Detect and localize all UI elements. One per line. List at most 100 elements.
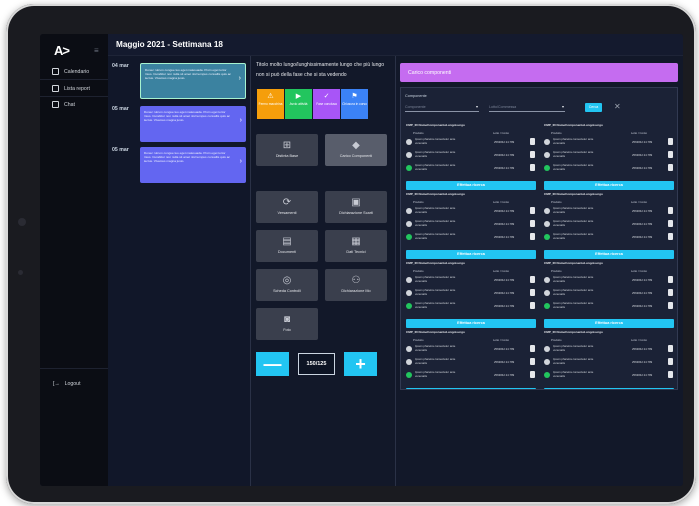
quantity-value[interactable]: 150/125 (298, 353, 335, 375)
pending-circle-icon[interactable] (544, 290, 550, 296)
pending-circle-icon[interactable] (406, 359, 412, 365)
table-row[interactable]: Ipsum pharetra consectetur ante venenati… (405, 288, 539, 299)
trash-icon[interactable] (668, 345, 673, 352)
trash-icon[interactable] (668, 371, 673, 378)
trash-icon[interactable] (530, 302, 535, 309)
clear-filter-icon[interactable]: ✕ (614, 102, 621, 111)
tile-versamenti[interactable]: ⟳ Versamenti (256, 191, 318, 223)
pending-circle-icon[interactable] (406, 208, 412, 214)
table-row[interactable]: Ipsum pharetra consectetur ante venenati… (543, 370, 677, 381)
trash-icon[interactable] (668, 302, 673, 309)
table-row[interactable]: Ipsum pharetra consectetur ante venenati… (543, 288, 677, 299)
tile-dichiarazione-mo[interactable]: ⚇ Dichiarazione Mo (325, 269, 387, 301)
tile-carico-componenti[interactable]: ◆ Carico Componenti (325, 134, 387, 166)
effettua-ricerca-button[interactable]: Effettua ricerca (544, 319, 674, 328)
menu-collapse-icon[interactable]: ≡ (94, 46, 99, 55)
trash-icon[interactable] (668, 220, 673, 227)
pending-circle-icon[interactable] (544, 346, 550, 352)
check-circle-icon[interactable] (406, 234, 412, 240)
tile-scheda-controlli[interactable]: ◎ Scheda Controlli (256, 269, 318, 301)
table-row[interactable]: Ipsum pharetra consectetur ante venenati… (405, 150, 539, 161)
event-card[interactable]: Donec rutrum congue leo eget malesuada. … (140, 63, 246, 99)
trash-icon[interactable] (530, 276, 535, 283)
effettua-ricerca-button[interactable]: Effettua ricerca (544, 181, 674, 190)
pending-circle-icon[interactable] (544, 221, 550, 227)
check-circle-icon[interactable] (406, 303, 412, 309)
check-circle-icon[interactable] (544, 372, 550, 378)
trash-icon[interactable] (668, 207, 673, 214)
pending-circle-icon[interactable] (406, 290, 412, 296)
table-row[interactable]: Ipsum pharetra consectetur ante venenati… (405, 357, 539, 368)
table-row[interactable]: Ipsum pharetra consectetur ante venenati… (405, 163, 539, 174)
trash-icon[interactable] (668, 164, 673, 171)
table-row[interactable]: Ipsum pharetra consectetur ante venenati… (543, 275, 677, 286)
status-avvio-attivita-button[interactable]: ▶ Avvio attività (285, 89, 312, 119)
trash-icon[interactable] (530, 220, 535, 227)
table-row[interactable]: Ipsum pharetra consectetur ante venenati… (405, 344, 539, 355)
pending-circle-icon[interactable] (406, 221, 412, 227)
tile-documenti[interactable]: ▤ Documenti (256, 230, 318, 262)
effettua-ricerca-button[interactable]: Effettua ricerca (406, 181, 536, 190)
table-row[interactable]: Ipsum pharetra consectetur ante venenati… (405, 206, 539, 217)
effettua-ricerca-button[interactable]: Effettua ricerca (544, 388, 674, 389)
table-row[interactable]: Ipsum pharetra consectetur ante venenati… (405, 232, 539, 243)
pending-circle-icon[interactable] (406, 277, 412, 283)
trash-icon[interactable] (668, 138, 673, 145)
pending-circle-icon[interactable] (406, 346, 412, 352)
trash-icon[interactable] (530, 164, 535, 171)
trash-icon[interactable] (530, 138, 535, 145)
tile-distinta-base[interactable]: ⊞ Distinta Base (256, 134, 318, 166)
table-row[interactable]: Ipsum pharetra consectetur ante venenati… (543, 206, 677, 217)
trash-icon[interactable] (530, 207, 535, 214)
table-row[interactable]: Ipsum pharetra consectetur ante venenati… (543, 219, 677, 230)
table-row[interactable]: Ipsum pharetra consectetur ante venenati… (543, 150, 677, 161)
event-card[interactable]: Donec rutrum congue leo eget malesuada. … (140, 147, 246, 183)
trash-icon[interactable] (530, 345, 535, 352)
table-row[interactable]: Ipsum pharetra consectetur ante venenati… (405, 370, 539, 381)
tile-dichiarazione-scarti[interactable]: ▣ Dichiarazione Scarti (325, 191, 387, 223)
pending-circle-icon[interactable] (544, 152, 550, 158)
table-row[interactable]: Ipsum pharetra consectetur ante venenati… (543, 137, 677, 148)
component-select[interactable]: Componente ▾ (405, 103, 479, 112)
trash-icon[interactable] (668, 233, 673, 240)
increment-button[interactable]: + (344, 352, 377, 376)
lot-select[interactable]: Lotto/Commessa ▾ (489, 103, 565, 112)
table-row[interactable]: Ipsum pharetra consectetur ante venenati… (543, 344, 677, 355)
trash-icon[interactable] (668, 151, 673, 158)
trash-icon[interactable] (530, 233, 535, 240)
table-row[interactable]: Ipsum pharetra consectetur ante venenati… (405, 301, 539, 312)
status-fermo-macchina-button[interactable]: ⚠ Fermo macchina (257, 89, 284, 119)
check-circle-icon[interactable] (544, 165, 550, 171)
trash-icon[interactable] (530, 371, 535, 378)
check-circle-icon[interactable] (544, 303, 550, 309)
check-circle-icon[interactable] (406, 165, 412, 171)
tile-dati-tecnici[interactable]: ▦ Dati Tecnici (325, 230, 387, 262)
tile-foto[interactable]: ◙ Foto (256, 308, 318, 340)
table-row[interactable]: Ipsum pharetra consectetur ante venenati… (543, 357, 677, 368)
effettua-ricerca-button[interactable]: Effettua ricerca (406, 250, 536, 259)
effettua-ricerca-button[interactable]: Effettua ricerca (406, 388, 536, 389)
trash-icon[interactable] (530, 358, 535, 365)
status-fase-conclusa-button[interactable]: ✓ Fase conclusa (313, 89, 340, 119)
check-circle-icon[interactable] (544, 234, 550, 240)
pending-circle-icon[interactable] (544, 359, 550, 365)
table-row[interactable]: Ipsum pharetra consectetur ante venenati… (405, 219, 539, 230)
pending-circle-icon[interactable] (544, 208, 550, 214)
search-button[interactable]: Cerca (585, 103, 602, 112)
trash-icon[interactable] (668, 289, 673, 296)
pending-circle-icon[interactable] (406, 139, 412, 145)
table-row[interactable]: Ipsum pharetra consectetur ante venenati… (543, 232, 677, 243)
status-chiusura-button[interactable]: ⚑ Chiusura in corso (341, 89, 368, 119)
table-row[interactable]: Ipsum pharetra consectetur ante venenati… (405, 137, 539, 148)
table-row[interactable]: Ipsum pharetra consectetur ante venenati… (543, 301, 677, 312)
pending-circle-icon[interactable] (544, 139, 550, 145)
pending-circle-icon[interactable] (544, 277, 550, 283)
event-card[interactable]: Donec rutrum congue leo eget malesuada. … (140, 106, 246, 142)
effettua-ricerca-button[interactable]: Effettua ricerca (544, 250, 674, 259)
trash-icon[interactable] (530, 151, 535, 158)
check-circle-icon[interactable] (406, 372, 412, 378)
table-row[interactable]: Ipsum pharetra consectetur ante venenati… (543, 163, 677, 174)
trash-icon[interactable] (668, 276, 673, 283)
pending-circle-icon[interactable] (406, 152, 412, 158)
decrement-button[interactable]: — (256, 352, 289, 376)
